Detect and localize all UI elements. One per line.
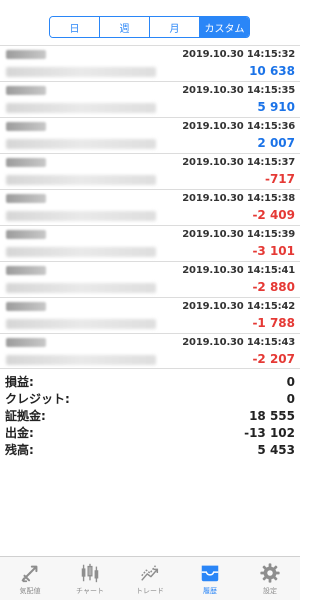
deal-time: 2019.10.30 14:15:39 <box>182 229 295 240</box>
summary-label: 損益: <box>5 375 34 389</box>
segment-week[interactable]: 週 <box>100 17 150 37</box>
tab-label: トレード <box>136 587 164 595</box>
tab-label: チャート <box>76 587 104 595</box>
deal-profit: 2 007 <box>257 136 295 150</box>
deal-profit: -3 101 <box>252 244 295 258</box>
deal-profit: 5 910 <box>257 100 295 114</box>
summary-label: 残高: <box>5 443 34 457</box>
quotes-icon <box>21 565 38 583</box>
redacted-symbol <box>6 158 46 167</box>
chart-icon <box>81 563 99 583</box>
deal-time: 2019.10.30 14:15:38 <box>182 193 295 204</box>
bottom-tab-bar: 気配値 チャート トレード 履歴 設定 <box>0 556 300 600</box>
deal-list: 2019.10.30 14:15:32 10 638 2019.10.30 14… <box>0 45 300 369</box>
deal-time: 2019.10.30 14:15:42 <box>182 301 295 312</box>
tab-history[interactable]: 履歴 <box>180 557 240 600</box>
summary-value: -13 102 <box>244 425 295 440</box>
redacted-details <box>6 103 156 113</box>
redacted-symbol <box>6 302 46 311</box>
redacted-symbol <box>6 338 46 347</box>
redacted-symbol <box>6 122 46 131</box>
deal-profit: -717 <box>264 172 295 186</box>
deal-profit: 10 638 <box>249 64 295 78</box>
summary-row-profit: 損益: 0 <box>0 373 300 390</box>
segment-custom[interactable]: カスタム <box>200 17 249 37</box>
deal-row[interactable]: 2019.10.30 14:15:38 -2 409 <box>0 189 300 225</box>
deal-row[interactable]: 2019.10.30 14:15:39 -3 101 <box>0 225 300 261</box>
summary-label: 証拠金: <box>5 409 46 423</box>
history-icon <box>201 565 219 582</box>
summary-value: 0 <box>286 374 295 389</box>
summary-row-balance: 残高: 5 453 <box>0 441 300 458</box>
deal-profit: -1 788 <box>252 316 295 330</box>
deal-time: 2019.10.30 14:15:41 <box>182 265 295 276</box>
deal-time: 2019.10.30 14:15:36 <box>182 121 295 132</box>
deal-profit: -2 409 <box>252 208 295 222</box>
deal-time: 2019.10.30 14:15:35 <box>182 85 295 96</box>
summary-label: 出金: <box>5 426 34 440</box>
deal-row[interactable]: 2019.10.30 14:15:41 -2 880 <box>0 261 300 297</box>
redacted-details <box>6 67 156 77</box>
deal-profit: -2 880 <box>252 280 295 294</box>
redacted-symbol <box>6 86 46 95</box>
redacted-details <box>6 139 156 149</box>
segment-day[interactable]: 日 <box>50 17 100 37</box>
tab-trade[interactable]: トレード <box>120 557 180 600</box>
history-screen: 日 週 月 カスタム 2019.10.30 14:15:32 10 638 20… <box>0 0 300 600</box>
redacted-details <box>6 319 156 329</box>
deal-row[interactable]: 2019.10.30 14:15:36 2 007 <box>0 117 300 153</box>
trade-icon <box>141 565 159 581</box>
deal-profit: -2 207 <box>252 352 295 366</box>
summary-row-deposit: 証拠金: 18 555 <box>0 407 300 424</box>
redacted-details <box>6 283 156 293</box>
redacted-symbol <box>6 266 46 275</box>
tab-label: 気配値 <box>19 587 41 595</box>
summary-value: 5 453 <box>257 442 295 457</box>
account-summary: 損益: 0 クレジット: 0 証拠金: 18 555 出金: -13 102 残… <box>0 373 300 458</box>
tab-settings[interactable]: 設定 <box>240 557 300 600</box>
summary-value: 0 <box>286 391 295 406</box>
redacted-symbol <box>6 194 46 203</box>
deal-time: 2019.10.30 14:15:32 <box>182 49 295 60</box>
deal-row[interactable]: 2019.10.30 14:15:42 -1 788 <box>0 297 300 333</box>
deal-time: 2019.10.30 14:15:43 <box>182 337 295 348</box>
tab-label: 履歴 <box>203 587 217 595</box>
redacted-details <box>6 247 156 257</box>
tab-chart[interactable]: チャート <box>60 557 120 600</box>
redacted-details <box>6 355 156 365</box>
redacted-details <box>6 175 156 185</box>
deal-row[interactable]: 2019.10.30 14:15:32 10 638 <box>0 45 300 81</box>
summary-row-withdrawal: 出金: -13 102 <box>0 424 300 441</box>
summary-value: 18 555 <box>249 408 295 423</box>
settings-icon <box>260 563 280 583</box>
period-segmented-control: 日 週 月 カスタム <box>49 16 250 38</box>
redacted-symbol <box>6 50 46 59</box>
deal-time: 2019.10.30 14:15:37 <box>182 157 295 168</box>
deal-row[interactable]: 2019.10.30 14:15:43 -2 207 <box>0 333 300 369</box>
deal-row[interactable]: 2019.10.30 14:15:35 5 910 <box>0 81 300 117</box>
redacted-details <box>6 211 156 221</box>
tab-label: 設定 <box>263 587 277 595</box>
redacted-symbol <box>6 230 46 239</box>
deal-row[interactable]: 2019.10.30 14:15:37 -717 <box>0 153 300 189</box>
segment-month[interactable]: 月 <box>150 17 200 37</box>
tab-quotes[interactable]: 気配値 <box>0 557 60 600</box>
summary-row-credit: クレジット: 0 <box>0 390 300 407</box>
summary-label: クレジット: <box>5 392 70 406</box>
